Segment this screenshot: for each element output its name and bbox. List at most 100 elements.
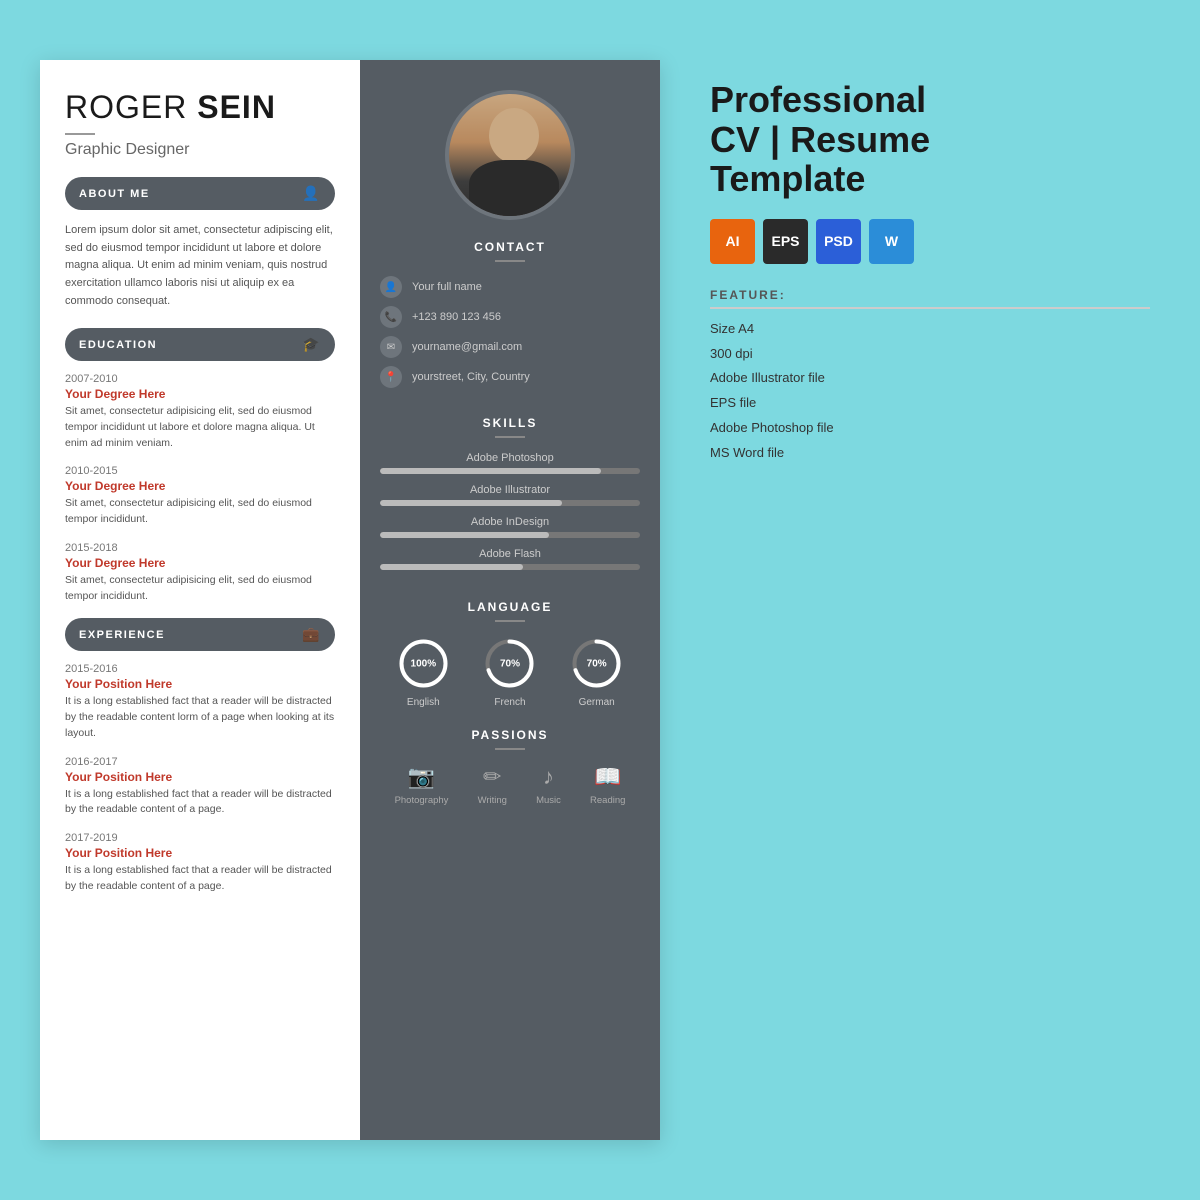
skills-title: SKILLS [380, 416, 640, 430]
exp-position-1: Your Position Here [65, 677, 335, 691]
contact-address-value: yourstreet, City, Country [412, 371, 530, 383]
skill-illustrator-bar-fill [380, 500, 562, 506]
lang-german: 70% German [569, 636, 624, 708]
skill-indesign: Adobe InDesign [380, 516, 640, 538]
reading-label: Reading [590, 795, 625, 806]
cv-last-name: SEIN [197, 89, 276, 125]
info-panel: Professional CV | Resume Template AI EPS… [700, 60, 1160, 488]
exp-position-3: Your Position Here [65, 846, 335, 860]
contact-divider [495, 260, 525, 262]
language-title: LANGUAGE [380, 600, 640, 614]
skill-illustrator-name: Adobe Illustrator [380, 484, 640, 496]
contact-address: 📍 yourstreet, City, Country [380, 366, 640, 388]
skill-flash-bar-fill [380, 564, 523, 570]
skills-section: SKILLS Adobe Photoshop Adobe Illustrator… [360, 416, 660, 580]
edu-desc-1: Sit amet, consectetur adipisicing elit, … [65, 404, 335, 451]
lang-french-circle: 70% [482, 636, 537, 691]
contact-email-value: yourname@gmail.com [412, 341, 522, 353]
photography-label: Photography [395, 795, 449, 806]
feature-label: FEATURE: [710, 288, 1150, 309]
reading-icon: 📖 [594, 764, 621, 790]
badge-psd: PSD [816, 219, 861, 264]
exp-year-2: 2016-2017 [65, 756, 335, 768]
passion-reading: 📖 Reading [590, 764, 625, 806]
passions-title: PASSIONS [380, 728, 640, 742]
exp-position-2: Your Position Here [65, 770, 335, 784]
exp-desc-2: It is a long established fact that a rea… [65, 787, 335, 819]
lang-german-circle: 70% [569, 636, 624, 691]
contact-name-value: Your full name [412, 281, 482, 293]
edu-year-3: 2015-2018 [65, 542, 335, 554]
exp-desc-3: It is a long established fact that a rea… [65, 863, 335, 895]
passion-writing: ✏ Writing [478, 764, 507, 806]
badge-eps: EPS [763, 219, 808, 264]
about-icon: 👤 [302, 185, 321, 202]
badge-ai: AI [710, 219, 755, 264]
feature-eps-file: EPS file [710, 393, 1150, 414]
profile-photo [445, 90, 575, 220]
passion-photography: 📷 Photography [395, 764, 449, 806]
education-label: EDUCATION [79, 339, 157, 351]
lang-english-pct: 100% [411, 658, 437, 669]
feature-ai-file: Adobe Illustrator file [710, 368, 1150, 389]
exp-year-1: 2015-2016 [65, 663, 335, 675]
info-title-line2: CV | Resume [710, 119, 930, 160]
skill-photoshop-bar-fill [380, 468, 601, 474]
cv-name: ROGER SEIN [65, 90, 335, 125]
language-divider [495, 620, 525, 622]
skill-flash-bar-bg [380, 564, 640, 570]
contact-section: CONTACT 👤 Your full name 📞 +123 890 123 … [360, 240, 660, 396]
skill-photoshop-name: Adobe Photoshop [380, 452, 640, 464]
lang-english-circle: 100% [396, 636, 451, 691]
skill-indesign-name: Adobe InDesign [380, 516, 640, 528]
photography-icon: 📷 [408, 764, 435, 790]
edu-degree-3: Your Degree Here [65, 556, 335, 570]
education-icon: 🎓 [302, 336, 321, 353]
skill-illustrator-bar-bg [380, 500, 640, 506]
cv-card: ROGER SEIN Graphic Designer ABOUT ME 👤 L… [40, 60, 660, 1140]
music-label: Music [536, 795, 561, 806]
writing-label: Writing [478, 795, 507, 806]
edu-item-1: 2007-2010 Your Degree Here Sit amet, con… [65, 373, 335, 451]
contact-phone-value: +123 890 123 456 [412, 311, 501, 323]
music-icon: ♪ [543, 764, 554, 790]
cv-first-name: ROGER [65, 89, 197, 125]
passions-divider [495, 748, 525, 750]
exp-item-1: 2015-2016 Your Position Here It is a lon… [65, 663, 335, 741]
page-wrapper: ROGER SEIN Graphic Designer ABOUT ME 👤 L… [0, 20, 1200, 1180]
feature-size: Size A4 [710, 319, 1150, 340]
lang-french-name: French [494, 697, 525, 708]
passions-icons: 📷 Photography ✏ Writing ♪ Music 📖 Readin… [380, 764, 640, 806]
skill-indesign-bar-bg [380, 532, 640, 538]
edu-degree-1: Your Degree Here [65, 387, 335, 401]
edu-degree-2: Your Degree Here [65, 479, 335, 493]
feature-word-file: MS Word file [710, 443, 1150, 464]
lang-german-pct: 70% [587, 658, 607, 669]
contact-phone: 📞 +123 890 123 456 [380, 306, 640, 328]
cv-job-title: Graphic Designer [65, 141, 335, 159]
contact-email: ✉ yourname@gmail.com [380, 336, 640, 358]
profile-photo-inner [449, 90, 571, 220]
about-label: ABOUT ME [79, 188, 150, 200]
experience-label: EXPERIENCE [79, 629, 165, 641]
lang-french-pct: 70% [500, 658, 520, 669]
cv-left-column: ROGER SEIN Graphic Designer ABOUT ME 👤 L… [40, 60, 360, 1140]
skill-indesign-bar-fill [380, 532, 549, 538]
contact-title: CONTACT [380, 240, 640, 254]
edu-item-2: 2010-2015 Your Degree Here Sit amet, con… [65, 465, 335, 528]
skill-photoshop-bar-bg [380, 468, 640, 474]
skill-illustrator: Adobe Illustrator [380, 484, 640, 506]
info-title-line1: Professional [710, 79, 926, 120]
exp-item-3: 2017-2019 Your Position Here It is a lon… [65, 832, 335, 895]
cv-right-column: CONTACT 👤 Your full name 📞 +123 890 123 … [360, 60, 660, 1140]
education-list: 2007-2010 Your Degree Here Sit amet, con… [65, 373, 335, 604]
exp-desc-1: It is a long established fact that a rea… [65, 694, 335, 741]
contact-name: 👤 Your full name [380, 276, 640, 298]
language-circles: 100% English 70% French [380, 636, 640, 708]
format-badges: AI EPS PSD W [710, 219, 1150, 264]
feature-list: Size A4 300 dpi Adobe Illustrator file E… [710, 319, 1150, 464]
skill-flash: Adobe Flash [380, 548, 640, 570]
exp-item-2: 2016-2017 Your Position Here It is a lon… [65, 756, 335, 819]
edu-year-2: 2010-2015 [65, 465, 335, 477]
profile-body [469, 160, 559, 220]
